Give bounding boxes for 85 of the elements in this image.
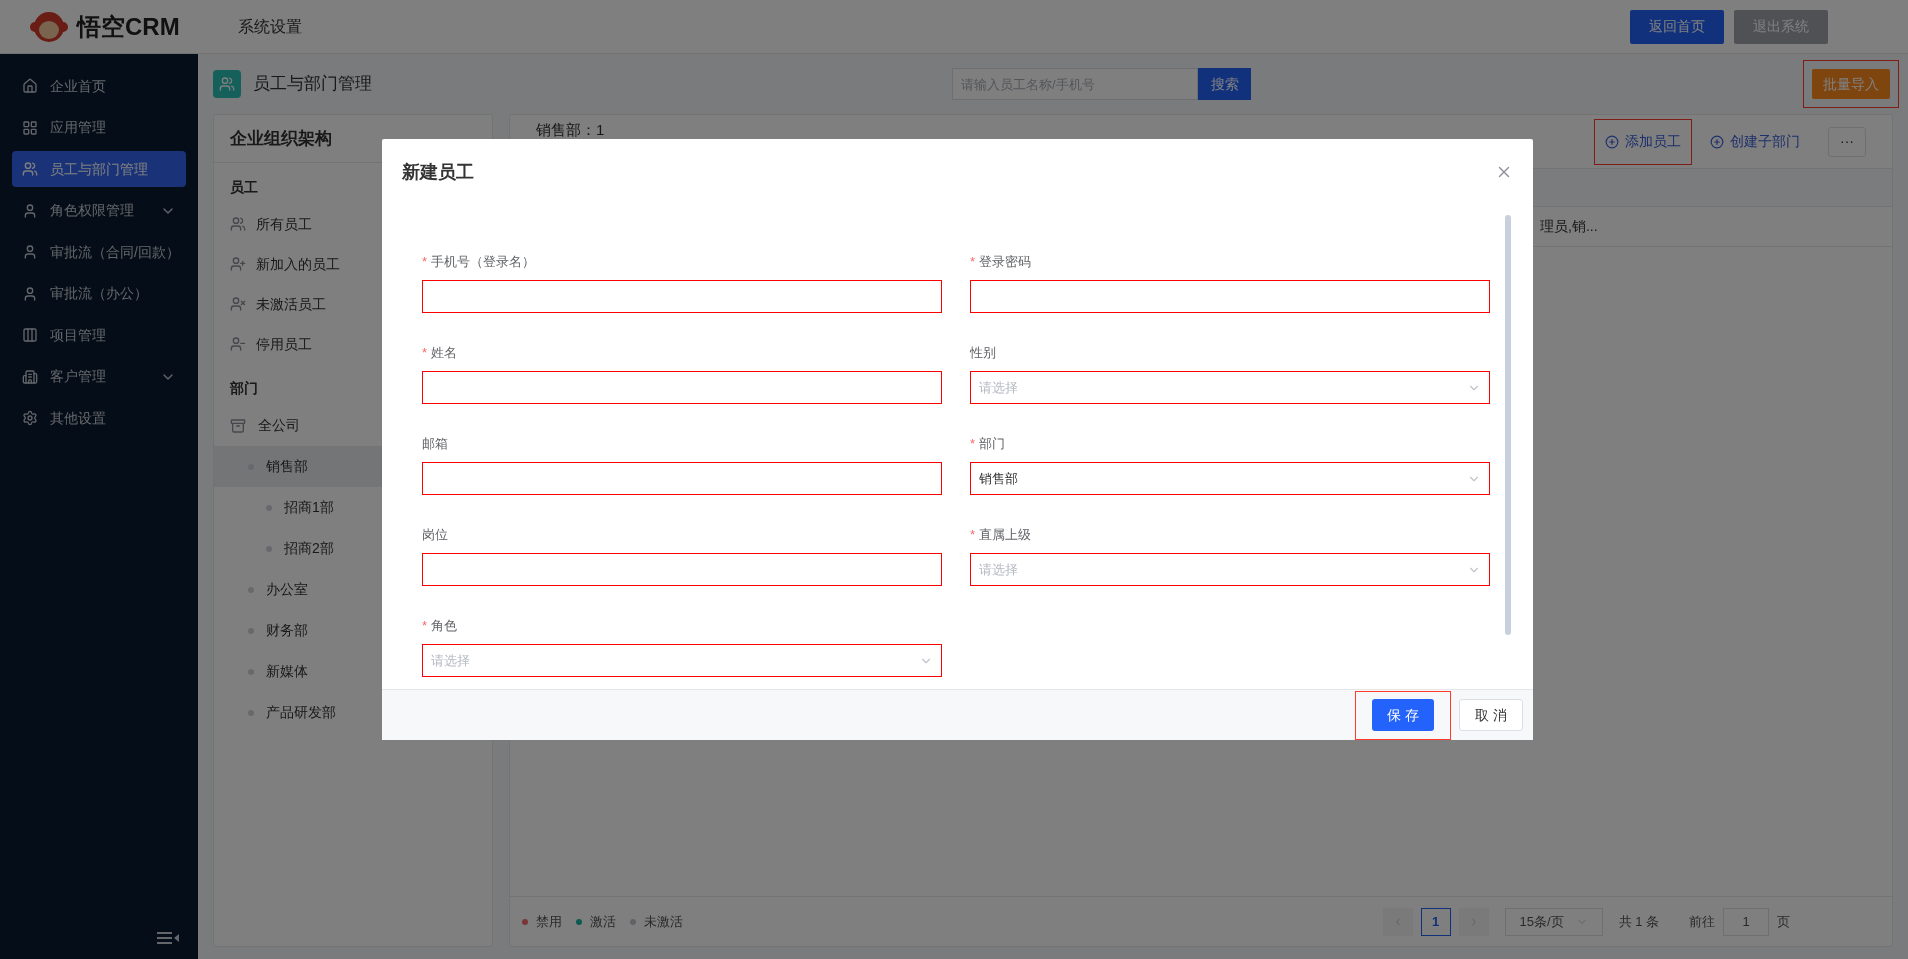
- department-title: 销售部：1: [536, 120, 605, 141]
- required-mark: *: [970, 253, 976, 272]
- employee-filter-item[interactable]: 所有员工: [214, 204, 492, 244]
- placeholder: 请选择: [431, 651, 470, 670]
- department-item[interactable]: 产品研发部: [214, 692, 492, 733]
- goto-suffix: 页: [1777, 912, 1790, 931]
- input-field[interactable]: [422, 553, 942, 586]
- plus-circle-icon: [1605, 134, 1619, 149]
- section-heading: 部门: [230, 379, 258, 398]
- field-value: 销售部: [979, 469, 1018, 488]
- select-field[interactable]: 请选择: [970, 371, 1490, 404]
- cancel-button[interactable]: 取 消: [1459, 699, 1523, 731]
- required-mark: *: [970, 526, 976, 545]
- total-count: 共 1 条: [1618, 912, 1659, 931]
- settings-icon: [22, 410, 38, 426]
- home-icon: [22, 78, 38, 94]
- page-button[interactable]: 1: [1420, 907, 1451, 936]
- required-mark: *: [422, 253, 428, 272]
- search-button[interactable]: 搜索: [1198, 68, 1251, 100]
- table-cell-text: 理员,销...: [1540, 217, 1598, 236]
- add-action-link[interactable]: 添加员工: [1605, 131, 1681, 152]
- more-button[interactable]: ···: [1828, 126, 1866, 157]
- goto-label: 前往: [1689, 912, 1715, 931]
- section-title: 系统设置: [238, 16, 302, 37]
- select-field[interactable]: 销售部: [970, 462, 1490, 495]
- person-icon: [22, 244, 38, 260]
- department-item[interactable]: 招商1部: [214, 487, 492, 528]
- sidebar-item[interactable]: 项目管理: [12, 317, 186, 353]
- required-mark: *: [422, 344, 428, 363]
- sidebar-item[interactable]: 客户管理: [12, 358, 186, 395]
- field-label: 姓名: [431, 344, 458, 363]
- field-label: 部门: [979, 435, 1006, 454]
- placeholder: 请选择: [979, 378, 1018, 397]
- sidebar-item[interactable]: 审批流（合同/回款）: [12, 234, 186, 270]
- employee-filter-item[interactable]: 未激活员工: [214, 284, 492, 324]
- field-label: 岗位: [422, 526, 448, 545]
- input-field[interactable]: [422, 462, 942, 495]
- grid-icon: [22, 119, 38, 136]
- input-field[interactable]: [422, 371, 942, 404]
- select-field[interactable]: 请选择: [970, 553, 1490, 586]
- section-heading: 员工: [230, 178, 258, 197]
- select-field[interactable]: 请选择: [422, 644, 942, 677]
- field-label: 角色: [431, 617, 458, 636]
- person-x-icon: [230, 296, 246, 312]
- panel-title: 企业组织架构: [230, 127, 332, 150]
- field-label: 性别: [970, 344, 996, 363]
- page-title: 员工与部门管理: [253, 73, 372, 96]
- sidebar-item[interactable]: 审批流（办公）: [12, 275, 186, 312]
- sidebar-item[interactable]: 企业首页: [12, 68, 186, 104]
- legend-label: 激活: [590, 912, 616, 931]
- users-icon: [22, 161, 38, 177]
- legend-label: 禁用: [536, 912, 562, 931]
- legend-label: 未激活: [644, 912, 683, 931]
- sidebar-item[interactable]: 角色权限管理: [12, 192, 186, 229]
- logo-text: 悟空CRM: [77, 11, 180, 42]
- building-icon: [22, 368, 38, 385]
- person-icon: [22, 202, 38, 219]
- board-icon: [22, 327, 38, 343]
- sidebar-item[interactable]: 应用管理: [12, 109, 186, 146]
- save-button[interactable]: 保 存: [1372, 699, 1435, 731]
- import-button[interactable]: 批量导入: [1812, 69, 1890, 99]
- person-plus-icon: [230, 256, 246, 272]
- plus-circle-icon: [1710, 134, 1724, 149]
- department-item[interactable]: 办公室: [214, 569, 492, 610]
- collapse-menu-icon: [157, 931, 179, 945]
- placeholder: 请选择: [979, 560, 1018, 579]
- users-badge-icon: [213, 70, 241, 98]
- input-field[interactable]: [422, 280, 942, 313]
- person-minus-icon: [230, 336, 246, 352]
- add-action-link[interactable]: 创建子部门: [1710, 131, 1800, 152]
- person-icon: [22, 285, 38, 302]
- required-mark: *: [422, 617, 428, 636]
- required-mark: *: [970, 435, 976, 454]
- home-button[interactable]: 返回首页: [1630, 9, 1724, 44]
- sidebar-item[interactable]: 其他设置: [12, 400, 186, 436]
- dialog-title: 新建员工: [402, 160, 474, 184]
- goto-page-field[interactable]: 1: [1723, 907, 1769, 936]
- field-label: 直属上级: [979, 526, 1032, 545]
- page-size-select[interactable]: 15条/页: [1504, 907, 1603, 936]
- users-icon: [230, 216, 246, 232]
- field-label: 登录密码: [979, 253, 1032, 272]
- input-field[interactable]: [970, 280, 1490, 313]
- sidebar-item[interactable]: 员工与部门管理: [12, 151, 186, 187]
- field-label: 手机号（登录名）: [431, 253, 536, 272]
- archive-icon: [230, 417, 246, 434]
